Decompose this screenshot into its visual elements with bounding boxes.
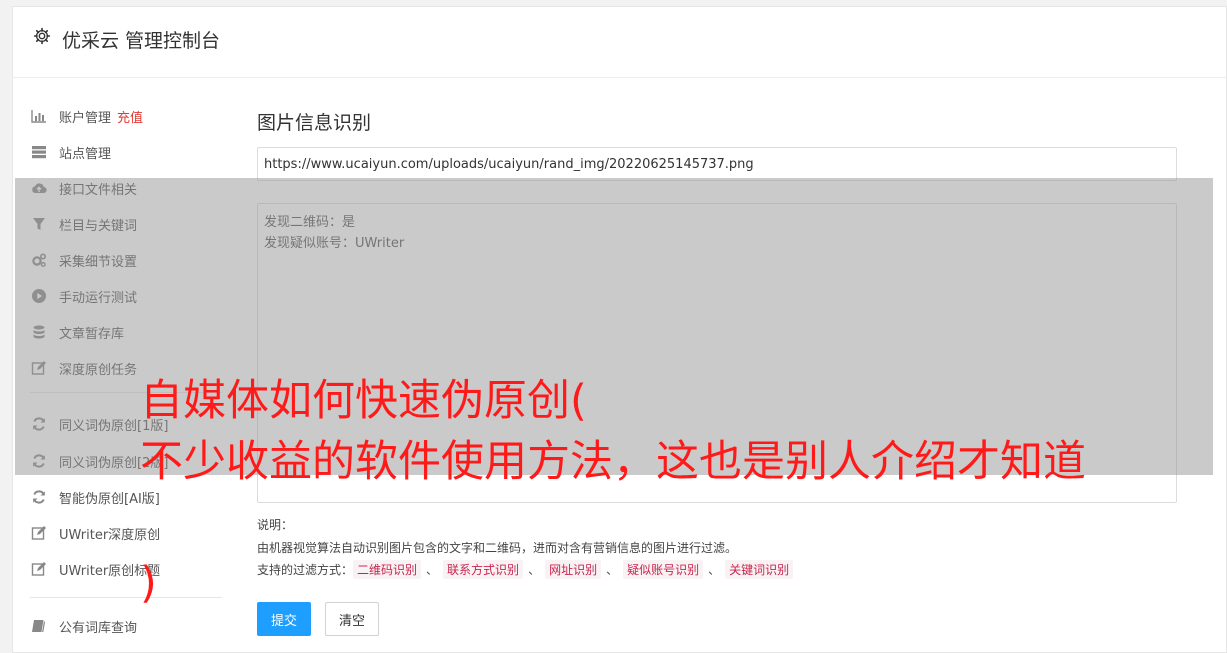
filter-tag: 疑似账号识别 bbox=[623, 560, 704, 579]
submit-button[interactable]: 提交 bbox=[257, 602, 311, 636]
gear-icon bbox=[33, 27, 51, 45]
page-title: 图片信息识别 bbox=[257, 112, 372, 134]
filter-tag: 二维码识别 bbox=[353, 560, 422, 579]
filter-separator: 、 bbox=[426, 563, 439, 577]
app-title: 优采云 管理控制台 bbox=[62, 30, 221, 52]
edit-icon bbox=[30, 560, 48, 578]
sidebar-item-label: 账户管理 bbox=[59, 110, 112, 126]
sidebar-item-uwriter-deep[interactable]: UWriter深度原创 bbox=[30, 518, 230, 548]
refresh-icon bbox=[30, 488, 48, 506]
sidebar-item-account[interactable]: 账户管理 充值 bbox=[30, 101, 230, 131]
book-icon bbox=[30, 617, 48, 635]
sidebar-item-label: 公有词库查询 bbox=[59, 620, 138, 636]
filter-separator: 、 bbox=[708, 563, 721, 577]
filter-tag: 联系方式识别 bbox=[443, 560, 524, 579]
sidebar-item-public-thesaurus[interactable]: 公有词库查询 bbox=[30, 611, 230, 641]
description-text: 由机器视觉算法自动识别图片包含的文字和二维码，进而对含有营销信息的图片进行过滤。 bbox=[257, 541, 738, 555]
filter-tag: 关键词识别 bbox=[725, 560, 794, 579]
server-icon bbox=[30, 143, 48, 161]
filter-tag: 网址识别 bbox=[545, 560, 602, 579]
sidebar-item-label: UWriter深度原创 bbox=[59, 527, 161, 543]
sidebar-item-uwriter-title[interactable]: UWriter原创标题 bbox=[30, 554, 230, 584]
filters-label: 支持的过滤方式： bbox=[257, 563, 354, 577]
recharge-link[interactable]: 充值 bbox=[117, 107, 143, 126]
description-label: 说明： bbox=[257, 518, 294, 532]
bar-chart-icon bbox=[30, 107, 48, 125]
filter-separator: 、 bbox=[528, 563, 541, 577]
clear-button[interactable]: 清空 bbox=[325, 602, 379, 636]
sidebar-item-label: 站点管理 bbox=[59, 146, 112, 162]
overlay-title-line: 自媒体如何快速伪原创( bbox=[140, 376, 587, 426]
gray-overlay bbox=[15, 178, 1213, 475]
edit-icon bbox=[30, 524, 48, 542]
sidebar-item-sites[interactable]: 站点管理 bbox=[30, 137, 230, 167]
sidebar-divider bbox=[30, 597, 222, 598]
filter-separator: 、 bbox=[606, 563, 619, 577]
image-url-input[interactable] bbox=[257, 147, 1177, 181]
overlay-title-line: 不少收益的软件使用方法，这也是别人介绍才知道 bbox=[140, 437, 1086, 487]
filter-methods: 支持的过滤方式： 二维码识别 、 联系方式识别 、 网址识别 、 疑似账号识别 … bbox=[257, 560, 794, 579]
overlay-title-line: ) bbox=[140, 558, 157, 608]
sidebar-item-label: 智能伪原创[AI版] bbox=[59, 491, 160, 507]
header-bar: 优采云 管理控制台 bbox=[12, 6, 1227, 78]
